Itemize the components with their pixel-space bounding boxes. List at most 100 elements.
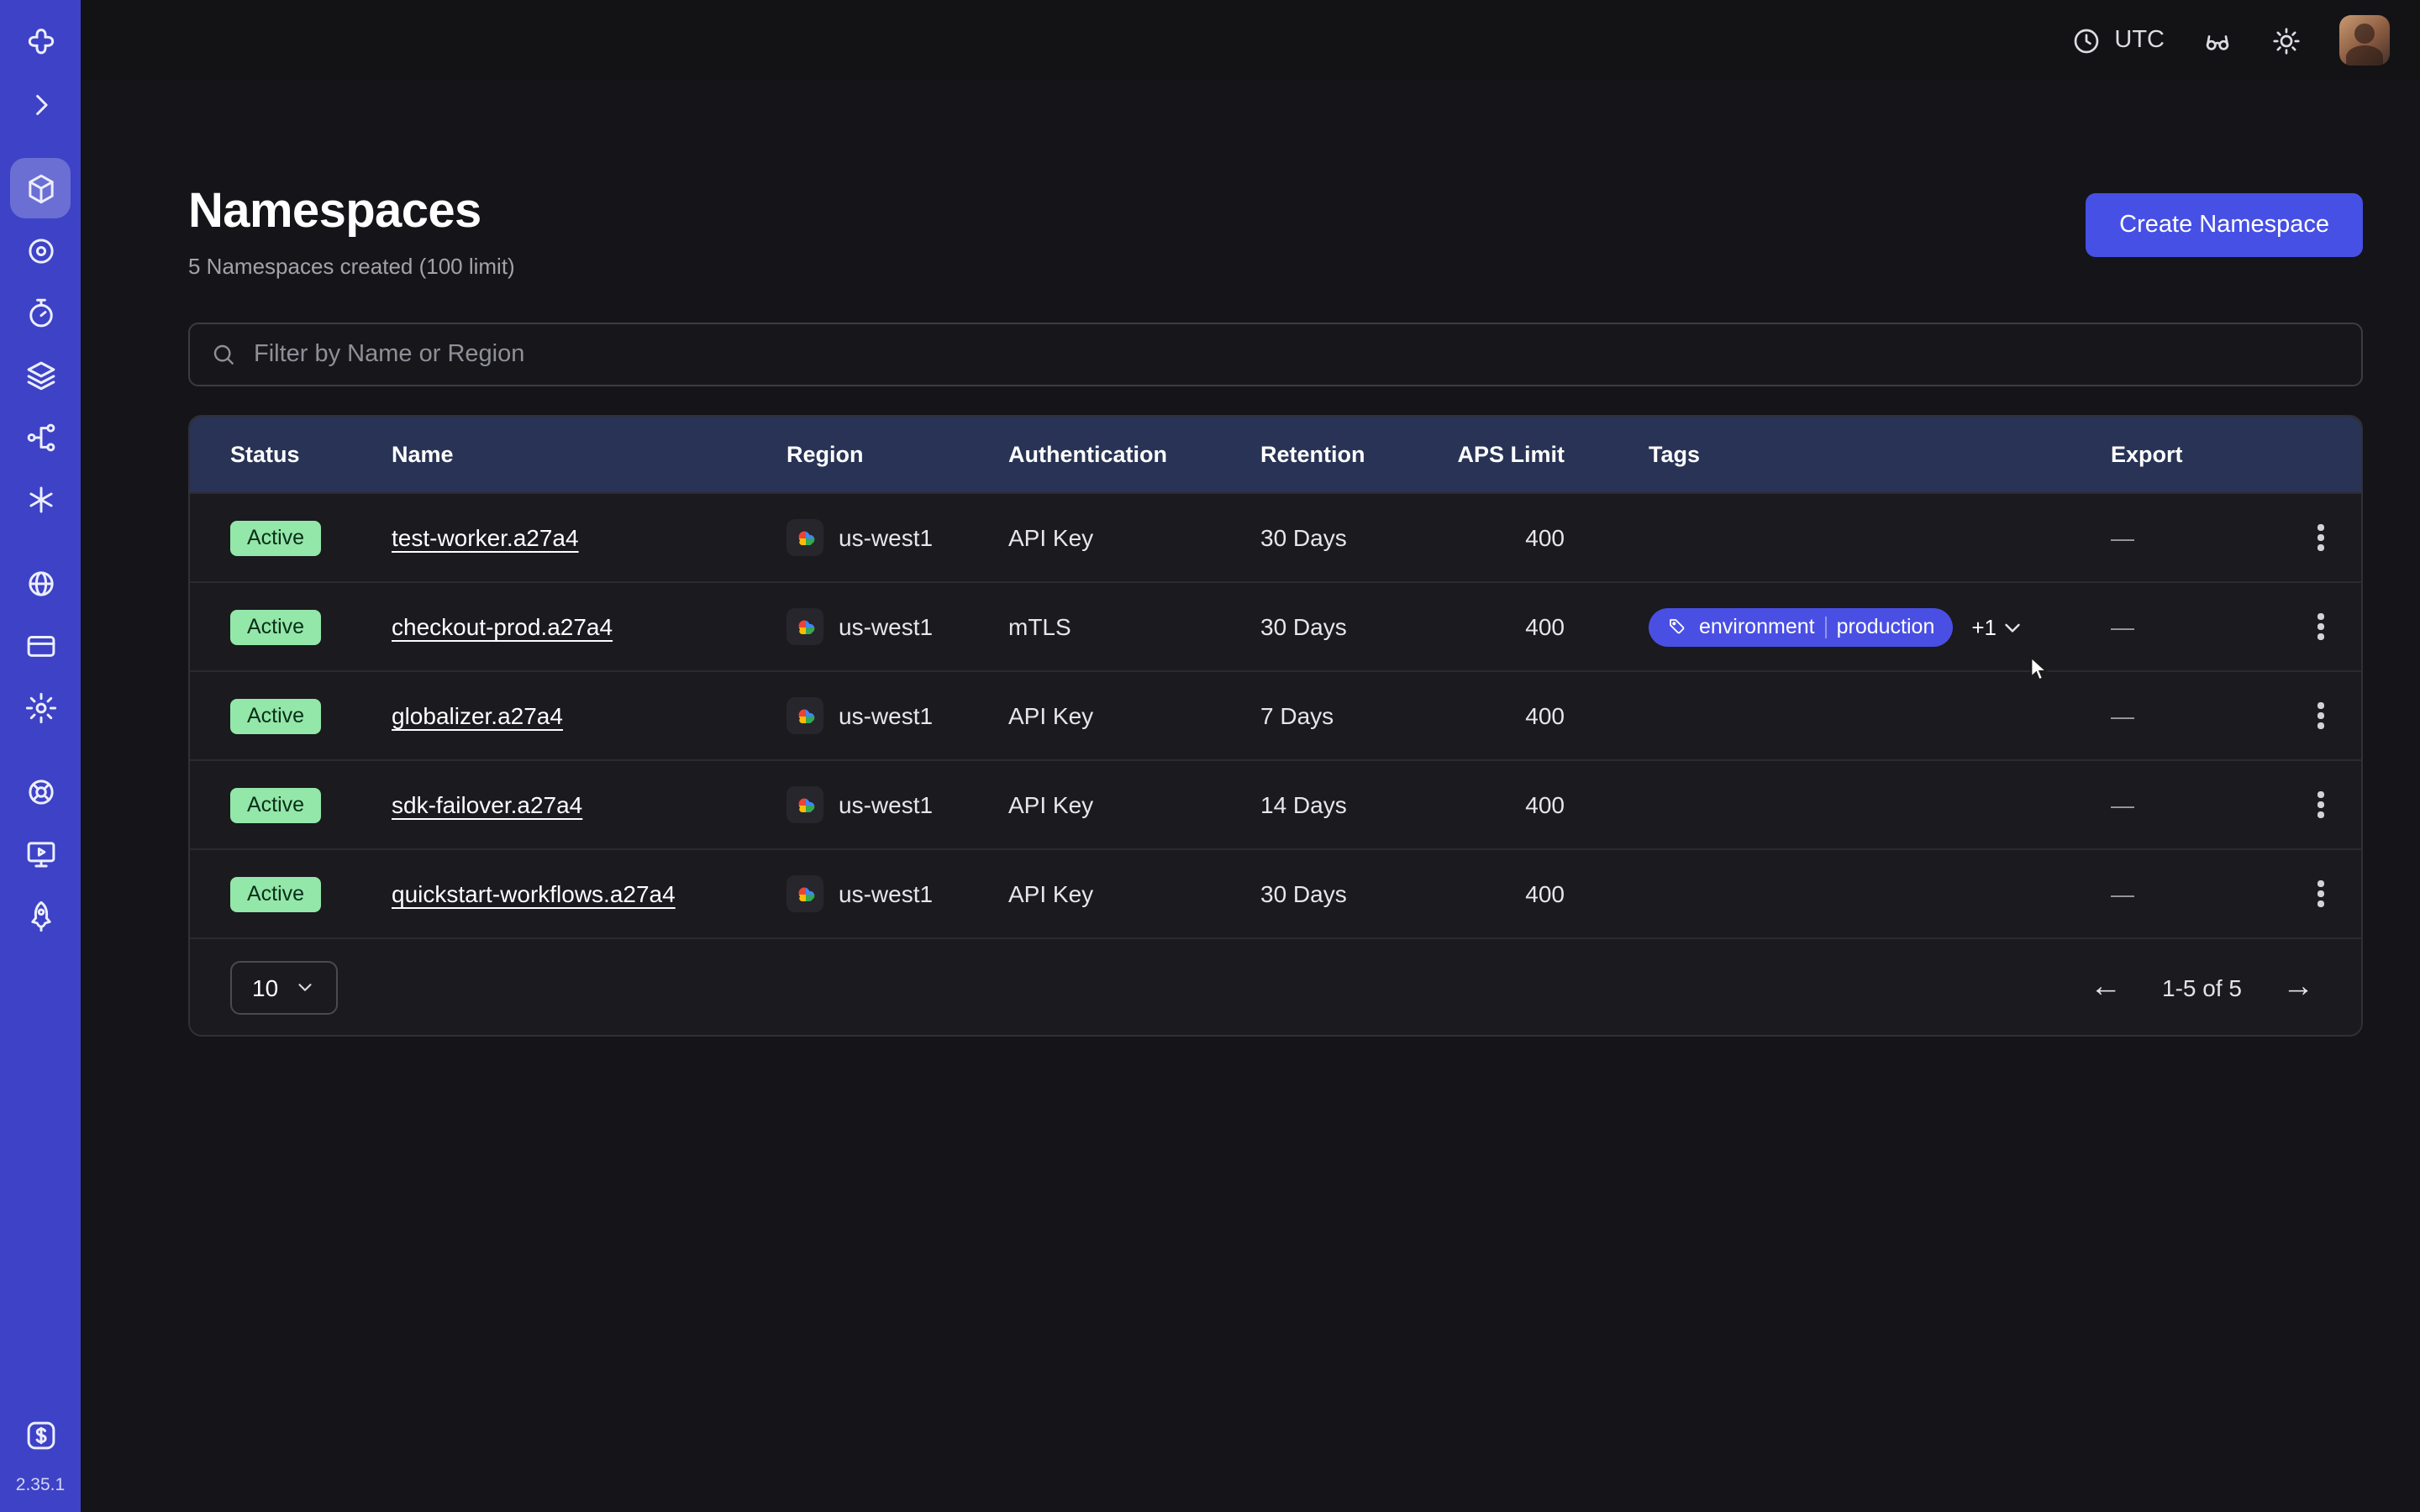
tags-expand-button[interactable] <box>2000 614 2025 639</box>
page-header: Namespaces 5 Namespaces created (100 lim… <box>188 185 2363 279</box>
docs-monitor-icon <box>23 836 58 871</box>
asterisk-icon <box>23 481 58 517</box>
retention-value: 30 Days <box>1260 880 1457 907</box>
sidebar-item-namespaces[interactable] <box>10 158 71 218</box>
sidebar: 2.35.1 <box>0 0 81 1512</box>
row-menu-button[interactable] <box>2296 690 2346 741</box>
aps-limit-value: 400 <box>1457 613 1565 640</box>
row-menu-button[interactable] <box>2296 512 2346 563</box>
sidebar-item-globe[interactable] <box>10 553 71 613</box>
card-icon <box>23 627 58 663</box>
column-header-tags: Tags <box>1565 442 2089 467</box>
column-header-region: Region <box>786 442 1008 467</box>
timer-icon <box>23 295 58 330</box>
sidebar-item-target[interactable] <box>10 220 71 281</box>
tag-key: environment <box>1699 615 1815 638</box>
sidebar-item-docs[interactable] <box>10 823 71 884</box>
lifebuoy-icon <box>23 774 58 809</box>
page-size-select[interactable]: 10 <box>230 960 337 1014</box>
mouse-cursor-icon <box>2025 654 2050 687</box>
sidebar-item-getting-started[interactable] <box>10 885 71 946</box>
region-label: us-west1 <box>839 880 933 907</box>
labs-button[interactable] <box>2202 24 2233 56</box>
layers-icon <box>23 357 58 392</box>
column-header-aps: APS Limit <box>1457 442 1565 467</box>
status-badge: Active <box>230 520 321 555</box>
tags-more-count[interactable]: +1 <box>1971 614 1996 639</box>
row-menu-button[interactable] <box>2296 869 2346 919</box>
chevron-right-icon <box>23 87 58 122</box>
sun-icon <box>2270 24 2302 56</box>
row-menu-button[interactable] <box>2296 780 2346 830</box>
namespace-link[interactable]: globalizer.a27a4 <box>392 702 563 729</box>
column-header-status: Status <box>230 442 392 467</box>
table-row[interactable]: Active quickstart-workflows.a27a4 us-wes… <box>190 848 2361 937</box>
column-header-export: Export <box>2089 442 2281 467</box>
sidebar-item-deployments[interactable] <box>10 344 71 405</box>
main-area: UTC Namespaces 5 Namespaces created (100… <box>81 0 2420 1512</box>
retention-value: 30 Days <box>1260 524 1457 551</box>
row-menu-button[interactable] <box>2296 601 2346 652</box>
filter-bar <box>188 323 2363 386</box>
gcp-cloud-icon <box>786 608 823 645</box>
status-badge: Active <box>230 787 321 822</box>
aps-limit-value: 400 <box>1457 791 1565 818</box>
auth-value: mTLS <box>1008 613 1260 640</box>
timezone-button[interactable]: UTC <box>2070 24 2165 56</box>
sidebar-item-billing[interactable] <box>10 615 71 675</box>
topbar: UTC <box>81 0 2420 81</box>
gcp-cloud-icon <box>786 697 823 734</box>
tag-value: production <box>1837 615 1935 638</box>
usage-dollar-icon[interactable] <box>10 1404 71 1465</box>
glasses-icon <box>2202 24 2233 56</box>
tag-chip[interactable]: environment production <box>1649 607 1953 646</box>
page-size-value: 10 <box>252 974 278 1000</box>
sidebar-item-support[interactable] <box>10 761 71 822</box>
sidebar-nav-primary <box>10 158 71 531</box>
export-value: — <box>2089 524 2281 551</box>
auth-value: API Key <box>1008 524 1260 551</box>
sidebar-item-batch[interactable] <box>10 469 71 529</box>
pagination: ← 1-5 of 5 → <box>2090 971 2314 1003</box>
search-icon <box>210 341 237 368</box>
sidebar-expand-button[interactable] <box>10 74 71 134</box>
namespace-link[interactable]: sdk-failover.a27a4 <box>392 791 582 818</box>
gear-icon <box>23 690 58 725</box>
user-avatar[interactable] <box>2339 15 2390 66</box>
table-row[interactable]: Active sdk-failover.a27a4 us-west1 API K… <box>190 759 2361 848</box>
tag-icon <box>1667 617 1687 637</box>
auth-value: API Key <box>1008 880 1260 907</box>
clock-icon <box>2070 24 2102 56</box>
namespace-link[interactable]: quickstart-workflows.a27a4 <box>392 880 676 907</box>
namespace-link[interactable]: checkout-prod.a27a4 <box>392 613 613 640</box>
theme-toggle-button[interactable] <box>2270 24 2302 56</box>
gcp-cloud-icon <box>786 786 823 823</box>
auth-value: API Key <box>1008 791 1260 818</box>
gcp-cloud-icon <box>786 519 823 556</box>
target-icon <box>23 233 58 268</box>
sidebar-item-settings[interactable] <box>10 677 71 738</box>
next-page-button[interactable]: → <box>2282 971 2314 1003</box>
region-label: us-west1 <box>839 791 933 818</box>
sidebar-nav-help <box>10 761 71 948</box>
chevron-down-icon <box>293 976 315 998</box>
sidebar-footer: 2.35.1 <box>10 1404 71 1495</box>
table-header-row: Status Name Region Authentication Retent… <box>190 417 2361 492</box>
tags-cell: environment production +1 <box>1565 607 2089 646</box>
rocket-icon <box>23 898 58 933</box>
namespace-link[interactable]: test-worker.a27a4 <box>392 524 579 551</box>
previous-page-button[interactable]: ← <box>2090 971 2122 1003</box>
region-label: us-west1 <box>839 524 933 551</box>
filter-input[interactable] <box>254 341 2341 368</box>
chevron-down-icon <box>2000 614 2025 639</box>
globe-icon <box>23 565 58 601</box>
retention-value: 30 Days <box>1260 613 1457 640</box>
export-value: — <box>2089 791 2281 818</box>
timezone-label: UTC <box>2114 27 2165 54</box>
table-row[interactable]: Active test-worker.a27a4 us-west1 API Ke… <box>190 492 2361 581</box>
status-badge: Active <box>230 698 321 733</box>
create-namespace-button[interactable]: Create Namespace <box>2086 193 2363 257</box>
sidebar-item-schedules[interactable] <box>10 282 71 343</box>
sidebar-item-nexus[interactable] <box>10 407 71 467</box>
status-badge: Active <box>230 876 321 911</box>
